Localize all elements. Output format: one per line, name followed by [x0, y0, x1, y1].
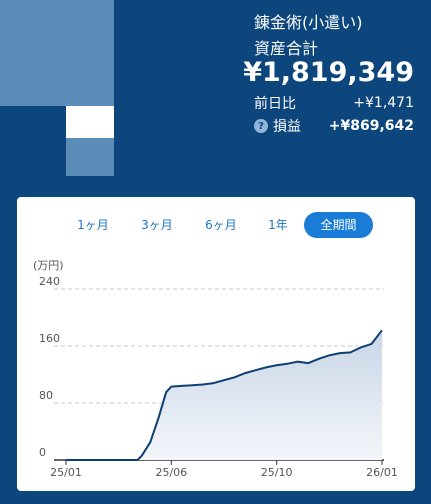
profit-loss-label: 損益: [273, 119, 301, 135]
y-tick-label: 160: [39, 332, 60, 345]
fund-name: 錬金術(小遣い): [254, 13, 363, 32]
y-tick-label: 240: [39, 275, 60, 288]
y-tick-label: 0: [39, 446, 46, 459]
day-change-label: 前日比: [254, 96, 296, 112]
y-tick-label: 80: [39, 389, 53, 402]
profit-loss-label-group: ? 損益: [254, 116, 301, 136]
decorative-block-bottom: [66, 138, 114, 176]
total-assets-label: 資産合計: [254, 39, 319, 58]
total-assets-value: ¥1,819,349: [243, 57, 414, 88]
y-unit-label: (万円): [33, 259, 64, 272]
day-change-value: +¥1,471: [353, 95, 414, 111]
x-tick-label: 25/01: [50, 466, 82, 479]
x-tick-label: 26/01: [366, 466, 398, 479]
x-tick-label: 25/10: [261, 466, 293, 479]
area-fill: [66, 330, 382, 460]
decorative-block-white: [66, 106, 114, 138]
profit-loss-row: ? 損益 +¥869,642: [254, 116, 414, 136]
x-tick-label: 25/06: [155, 466, 187, 479]
help-icon[interactable]: ?: [254, 119, 268, 133]
asset-chart: (万円) 0 80 160 240 25/01 25/06 25/10 26/01: [33, 259, 398, 479]
decorative-block-top: [0, 0, 114, 106]
chart-card: 1ヶ月 3ヶ月 6ヶ月 1年 全期間 (万円) 0 80 160 240 25/01 2…: [17, 197, 415, 491]
profit-loss-value: +¥869,642: [328, 118, 414, 134]
day-change-row: 前日比 +¥1,471: [254, 93, 414, 113]
